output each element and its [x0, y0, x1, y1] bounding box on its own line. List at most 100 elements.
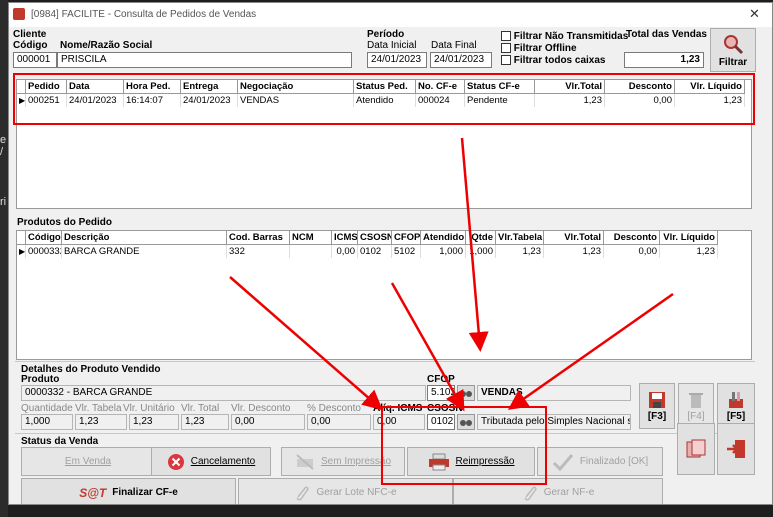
row-pointer-icon: ▶ [19, 94, 26, 107]
cfop-desc-field: VENDAS [477, 385, 631, 401]
csosn-search-button[interactable] [457, 414, 475, 430]
background-text: ri [0, 196, 7, 208]
data-final-field[interactable]: 24/01/2023 [430, 52, 492, 68]
table-cell[interactable]: 1,23 [660, 245, 718, 258]
column-header[interactable]: Status CF-e [465, 80, 535, 94]
finalizar-cfe-button[interactable]: S@T Finalizar CF-e [21, 478, 236, 504]
nome-field[interactable]: PRISCILA [57, 52, 352, 68]
products-grid[interactable]: Código Descrição Cod. Barras NCM ICMS CSOSN CF… [16, 230, 752, 360]
gerar-nfe-button[interactable]: Gerar NF-e [453, 478, 663, 504]
table-cell[interactable]: VENDAS [238, 94, 354, 107]
table-cell[interactable]: 1,000 [466, 245, 496, 258]
gerar-nfe-label: Gerar NF-e [543, 487, 595, 498]
column-header[interactable]: Entrega [181, 80, 238, 94]
f5-label: [F5] [726, 410, 746, 422]
table-cell[interactable]: 000024 [416, 94, 465, 107]
table-cell[interactable]: 332 [227, 245, 290, 258]
column-header[interactable]: ICMS [332, 231, 358, 245]
column-header[interactable]: Negociação [238, 80, 354, 94]
table-cell[interactable]: 1,23 [535, 94, 605, 107]
filtrar-nao-transmitidas-checkbox[interactable]: Filtrar Não Transmitidas [501, 31, 628, 42]
sem-impressao-button[interactable]: Sem Impressão [281, 447, 405, 476]
table-cell[interactable]: 0,00 [332, 245, 358, 258]
column-header[interactable]: NCM [290, 231, 332, 245]
table-cell[interactable]: 1,23 [496, 245, 544, 258]
sat-logo-icon: S@T [79, 485, 107, 500]
total-field: 1,23 [624, 52, 704, 68]
column-header[interactable]: Atendido [421, 231, 466, 245]
aliq-field: 0,00 [373, 414, 425, 430]
table-cell[interactable]: 1,000 [421, 245, 466, 258]
vtot-label: Vlr. Total [181, 403, 220, 414]
codigo-field[interactable]: 000001 [13, 52, 57, 68]
table-cell[interactable]: Atendido [354, 94, 416, 107]
column-header[interactable]: CFOP [392, 231, 421, 245]
filtrar-label: Filtrar [718, 56, 748, 68]
table-cell[interactable]: 0,00 [605, 94, 675, 107]
em-venda-button[interactable]: Em Venda [21, 447, 155, 476]
exit-button[interactable] [717, 423, 755, 475]
csosn-field[interactable]: 0102 [427, 414, 455, 430]
table-cell[interactable]: 24/01/2023 [181, 94, 238, 107]
printer-icon [428, 453, 449, 470]
orders-grid[interactable]: Pedido Data Hora Ped. Entrega Negociação Stat… [16, 79, 752, 209]
finalizado-label: Finalizado [OK] [579, 456, 649, 467]
close-icon[interactable]: ✕ [749, 6, 760, 22]
table-cell[interactable]: Pendente [465, 94, 535, 107]
column-header[interactable]: No. CF-e [416, 80, 465, 94]
column-header[interactable]: Código [26, 231, 62, 245]
column-header[interactable]: Data [67, 80, 124, 94]
finalizado-button[interactable]: Finalizado [OK] [537, 447, 663, 476]
vdesc-field: 0,00 [231, 414, 305, 430]
checkbox-label: Filtrar Não Transmitidas [513, 31, 629, 42]
column-header[interactable]: Vlr.Total [544, 231, 604, 245]
filtrar-todos-caixas-checkbox[interactable]: Filtrar todos caixas [501, 55, 605, 66]
data-inicial-label: Data Inicial [367, 40, 417, 51]
cfop-field[interactable]: 5.102 [427, 385, 455, 401]
cfop-label: CFOP [427, 374, 455, 385]
table-cell[interactable]: 0,00 [604, 245, 660, 258]
filtrar-offline-checkbox[interactable]: Filtrar Offline [501, 43, 577, 54]
vtab-field: 1,23 [75, 414, 127, 430]
clip-icon [524, 485, 537, 501]
column-header[interactable]: Qtde [466, 231, 496, 245]
table-cell[interactable]: 0000332 [26, 245, 62, 258]
exit-door-icon [727, 440, 745, 458]
column-header[interactable]: Pedido [26, 80, 67, 94]
clip-icon [296, 485, 310, 501]
column-header[interactable]: Vlr.Tabela [496, 231, 544, 245]
checkbox-icon [501, 31, 511, 42]
documents-button[interactable] [677, 423, 715, 475]
cfop-search-button[interactable] [457, 385, 475, 401]
table-cell[interactable]: 1,23 [544, 245, 604, 258]
table-cell[interactable]: 24/01/2023 [67, 94, 124, 107]
background-app: e / ri [0, 0, 8, 517]
table-cell[interactable] [290, 245, 332, 258]
column-header[interactable]: Cod. Barras [227, 231, 290, 245]
reimpressao-button[interactable]: Reimpressão [407, 447, 535, 476]
table-cell[interactable]: 5102 [392, 245, 421, 258]
column-header[interactable]: Desconto [604, 231, 660, 245]
finalizar-cfe-label: Finalizar CF-e [112, 487, 178, 498]
indicator-column [17, 231, 26, 245]
table-cell[interactable]: 1,23 [675, 94, 745, 107]
table-cell[interactable]: 0102 [358, 245, 392, 258]
column-header[interactable]: Vlr. Líquido [660, 231, 718, 245]
gerar-lote-nfce-button[interactable]: Gerar Lote NFC-e [238, 478, 453, 504]
table-cell[interactable]: 16:14:07 [124, 94, 181, 107]
table-cell[interactable]: BARCA GRANDE [62, 245, 227, 258]
column-header[interactable]: Hora Ped. [124, 80, 181, 94]
column-header[interactable]: Vlr. Líquido [675, 80, 745, 94]
column-header[interactable]: Desconto [605, 80, 675, 94]
column-header[interactable]: Status Ped. [354, 80, 416, 94]
cancelamento-button[interactable]: Cancelamento [151, 447, 271, 476]
column-header[interactable]: Vlr.Total [535, 80, 605, 94]
column-header[interactable]: Descrição [62, 231, 227, 245]
csosn-desc-field: Tributada pelo Simples Nacional sem [477, 414, 631, 430]
reimpressao-label: Reimpressão [455, 456, 515, 467]
column-header[interactable]: CSOSN [358, 231, 392, 245]
f3-save-button[interactable]: [F3] [639, 383, 675, 429]
table-cell[interactable]: 000251 [26, 94, 67, 107]
data-inicial-field[interactable]: 24/01/2023 [367, 52, 427, 68]
filtrar-button[interactable]: Filtrar [710, 28, 756, 72]
